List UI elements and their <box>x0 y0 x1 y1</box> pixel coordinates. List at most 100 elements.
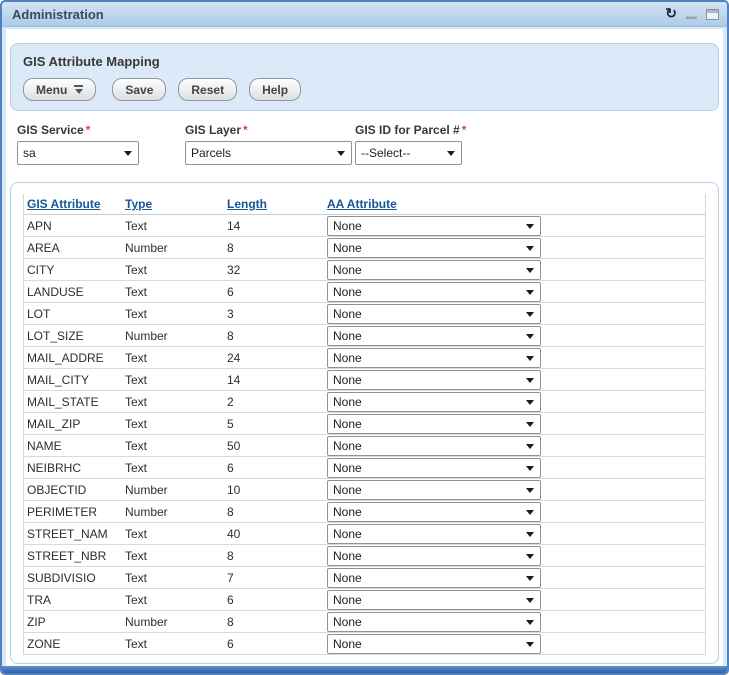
cell-type: Text <box>125 461 227 475</box>
aa-attribute-select[interactable]: None <box>327 370 541 390</box>
maximize-icon[interactable] <box>706 9 719 20</box>
aa-attribute-select[interactable]: None <box>327 436 541 456</box>
aa-attribute-select[interactable]: None <box>327 260 541 280</box>
cell-gis-attribute: AREA <box>27 241 125 255</box>
field-label: GIS Layer* <box>185 123 352 137</box>
window-title: Administration <box>12 7 104 22</box>
table-row: APN Text 14 None <box>24 215 705 237</box>
table-row: LOT Text 3 None <box>24 303 705 325</box>
cell-gis-attribute: TRA <box>27 593 125 607</box>
cell-gis-attribute: ZONE <box>27 637 125 651</box>
cell-length: 5 <box>227 417 327 431</box>
cell-gis-attribute: LANDUSE <box>27 285 125 299</box>
aa-attribute-select[interactable]: None <box>327 568 541 588</box>
cell-gis-attribute: OBJECTID <box>27 483 125 497</box>
cell-type: Text <box>125 549 227 563</box>
cell-gis-attribute: NAME <box>27 439 125 453</box>
aa-attribute-select[interactable]: None <box>327 546 541 566</box>
aa-attribute-select[interactable]: None <box>327 238 541 258</box>
aa-attribute-select[interactable]: None <box>327 304 541 324</box>
form-select[interactable]: Parcels <box>185 141 352 165</box>
cell-gis-attribute: APN <box>27 219 125 233</box>
window-titlebar[interactable]: Administration ↻ <box>2 2 727 27</box>
cell-type: Text <box>125 373 227 387</box>
aa-attribute-select[interactable]: None <box>327 590 541 610</box>
save-button[interactable]: Save <box>112 78 166 101</box>
cell-type: Text <box>125 417 227 431</box>
minimize-icon[interactable] <box>686 16 697 19</box>
select-wrapper: None <box>327 326 541 346</box>
required-asterisk: * <box>462 123 467 137</box>
aa-attribute-select[interactable]: None <box>327 458 541 478</box>
cell-type: Number <box>125 241 227 255</box>
select-wrapper: None <box>327 304 541 324</box>
reset-button[interactable]: Reset <box>178 78 237 101</box>
aa-attribute-select[interactable]: None <box>327 326 541 346</box>
select-wrapper: None <box>327 238 541 258</box>
aa-attribute-select[interactable]: None <box>327 414 541 434</box>
cell-length: 3 <box>227 307 327 321</box>
aa-attribute-select[interactable]: None <box>327 502 541 522</box>
chevron-down-icon <box>74 85 83 94</box>
table-row: NEIBRHC Text 6 None <box>24 457 705 479</box>
select-wrapper: Parcels <box>185 141 352 165</box>
table-row: ZIP Number 8 None <box>24 611 705 633</box>
attribute-table: GIS Attribute Type Length AA Attribute A… <box>23 194 706 655</box>
aa-attribute-select[interactable]: None <box>327 392 541 412</box>
header-gis-attribute[interactable]: GIS Attribute <box>27 197 125 211</box>
header-length[interactable]: Length <box>227 197 327 211</box>
select-wrapper: --Select-- <box>355 141 462 165</box>
cell-length: 6 <box>227 637 327 651</box>
form-select[interactable]: --Select-- <box>355 141 462 165</box>
cell-length: 24 <box>227 351 327 365</box>
aa-attribute-select[interactable]: None <box>327 216 541 236</box>
titlebar-controls: ↻ <box>665 7 719 21</box>
aa-attribute-select[interactable]: None <box>327 524 541 544</box>
cell-gis-attribute: LOT <box>27 307 125 321</box>
cell-length: 7 <box>227 571 327 585</box>
select-wrapper: None <box>327 590 541 610</box>
cell-length: 8 <box>227 505 327 519</box>
menu-button-label: Menu <box>36 83 67 97</box>
table-row: SUBDIVISIO Text 7 None <box>24 567 705 589</box>
cell-type: Number <box>125 329 227 343</box>
select-wrapper: None <box>327 370 541 390</box>
aa-attribute-select[interactable]: None <box>327 634 541 654</box>
header-type[interactable]: Type <box>125 197 227 211</box>
aa-attribute-select[interactable]: None <box>327 612 541 632</box>
table-row: MAIL_ADDRE Text 24 None <box>24 347 705 369</box>
table-row: STREET_NAM Text 40 None <box>24 523 705 545</box>
aa-attribute-select[interactable]: None <box>327 480 541 500</box>
panel-title: GIS Attribute Mapping <box>23 54 706 69</box>
cell-type: Text <box>125 593 227 607</box>
select-wrapper: None <box>327 348 541 368</box>
aa-attribute-select[interactable]: None <box>327 348 541 368</box>
cell-gis-attribute: MAIL_ADDRE <box>27 351 125 365</box>
select-wrapper: None <box>327 546 541 566</box>
cell-type: Text <box>125 285 227 299</box>
header-aa-attribute[interactable]: AA Attribute <box>327 197 543 211</box>
cell-length: 2 <box>227 395 327 409</box>
table-row: MAIL_CITY Text 14 None <box>24 369 705 391</box>
select-wrapper: None <box>327 436 541 456</box>
cell-type: Number <box>125 483 227 497</box>
menu-button[interactable]: Menu <box>23 78 96 101</box>
refresh-icon[interactable]: ↻ <box>665 6 677 20</box>
cell-type: Text <box>125 637 227 651</box>
table-row: TRA Text 6 None <box>24 589 705 611</box>
cell-length: 6 <box>227 461 327 475</box>
cell-gis-attribute: CITY <box>27 263 125 277</box>
select-wrapper: None <box>327 260 541 280</box>
table-row: OBJECTID Number 10 None <box>24 479 705 501</box>
cell-type: Number <box>125 615 227 629</box>
select-wrapper: None <box>327 480 541 500</box>
cell-gis-attribute: MAIL_CITY <box>27 373 125 387</box>
cell-gis-attribute: ZIP <box>27 615 125 629</box>
select-wrapper: None <box>327 634 541 654</box>
help-button[interactable]: Help <box>249 78 301 101</box>
select-wrapper: None <box>327 216 541 236</box>
form-field: GIS Service* sa <box>17 123 139 165</box>
form-select[interactable]: sa <box>17 141 139 165</box>
cell-gis-attribute: STREET_NAM <box>27 527 125 541</box>
aa-attribute-select[interactable]: None <box>327 282 541 302</box>
